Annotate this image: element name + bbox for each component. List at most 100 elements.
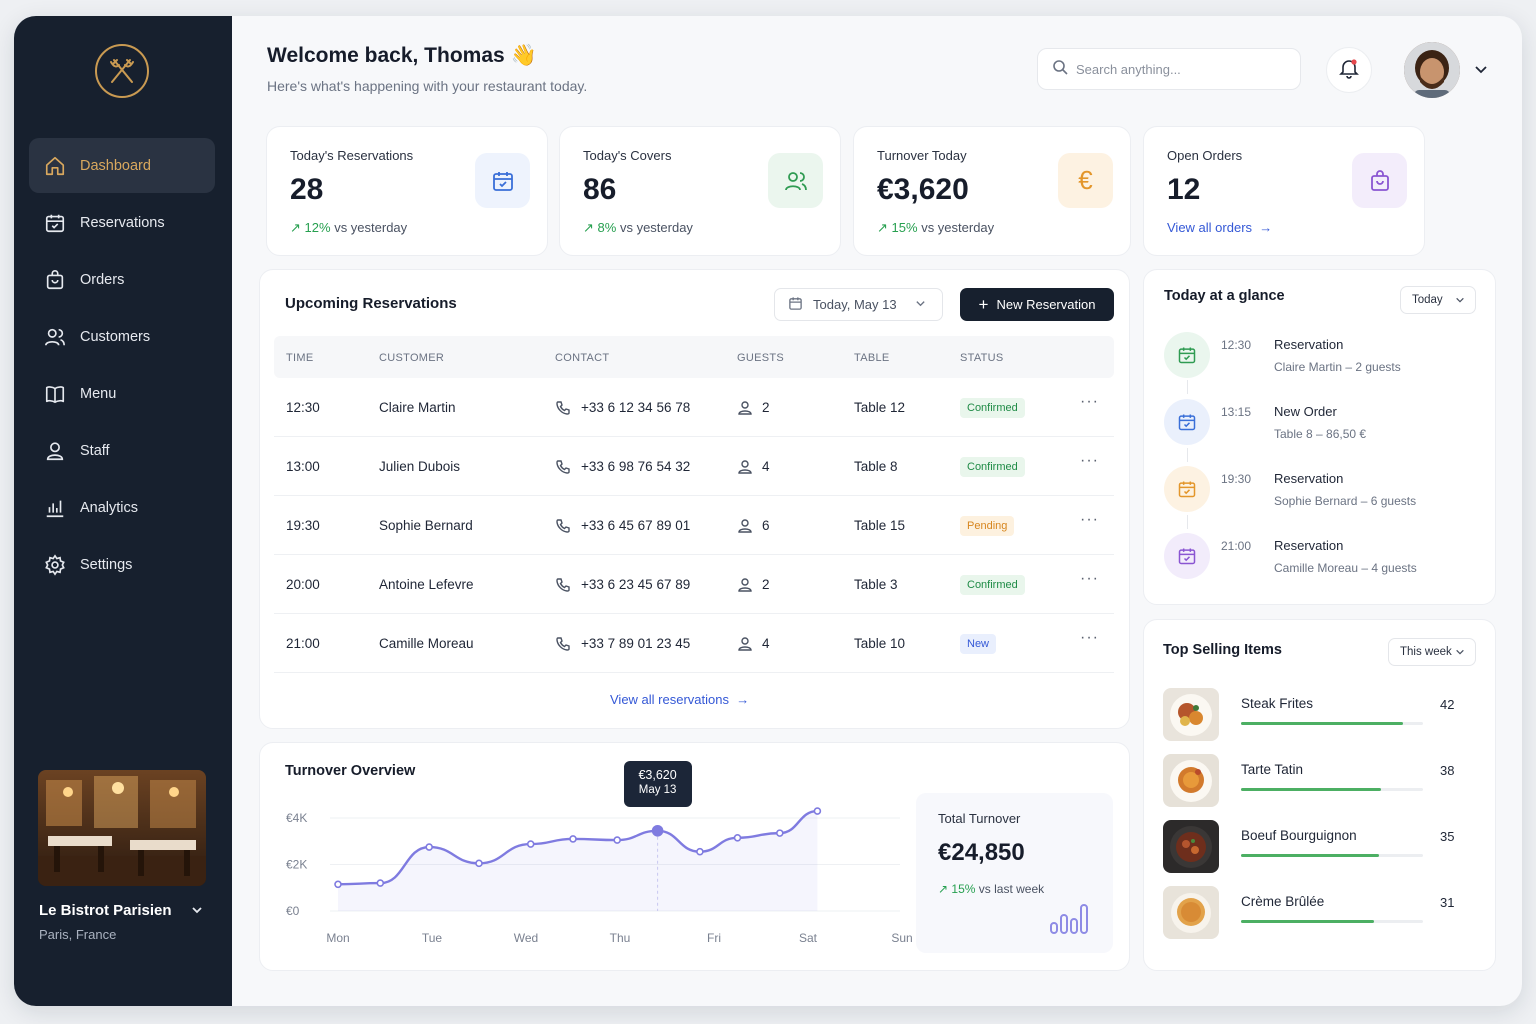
glance-desc: Sophie Bernard – 6 guests (1274, 494, 1417, 508)
notifications-button[interactable] (1326, 47, 1372, 93)
glance-time: 12:30 (1221, 338, 1252, 352)
stat-change-text: vs yesterday (334, 220, 408, 235)
progress-track (1241, 920, 1423, 923)
users-icon (768, 153, 823, 208)
table-cell: Table 12 (854, 400, 906, 415)
chart-point (813, 807, 822, 815)
sidebar-item-label: Menu (80, 385, 117, 402)
guests-icon (737, 518, 753, 537)
tooltip-date: May 13 (638, 783, 677, 796)
search-input[interactable] (1076, 61, 1276, 77)
glance-item[interactable]: 13:15 New Order Table 8 – 86,50 € (1164, 399, 1484, 459)
chevron-down-icon[interactable] (190, 903, 204, 922)
sidebar-item-customers[interactable]: Customers (29, 309, 215, 364)
chevron-down-icon[interactable] (1473, 61, 1489, 82)
glance-desc: Claire Martin – 2 guests (1274, 360, 1401, 374)
calendar-icon (475, 153, 530, 208)
glance-desc: Table 8 – 86,50 € (1274, 427, 1367, 441)
user-icon (43, 439, 67, 463)
total-change: ↗ 15% vs last week (938, 882, 1044, 896)
item-name: Boeuf Bourguignon (1241, 828, 1357, 843)
table-row[interactable]: 12:30 Claire Martin +33 6 12 34 56 78 2 … (274, 378, 1114, 437)
home-icon (43, 154, 67, 178)
chart-point (526, 840, 535, 848)
sidebar-item-label: Orders (80, 271, 125, 288)
new-reservation-button[interactable]: + New Reservation (960, 288, 1114, 321)
stat-value: €3,620 (877, 173, 969, 206)
guests-icon (737, 577, 753, 596)
users-icon (43, 325, 67, 349)
stat-card-open-orders[interactable]: Open Orders 12 View all orders → (1143, 126, 1425, 256)
table-cell: Table 10 (854, 636, 906, 651)
dropdown-label: This week (1400, 646, 1452, 658)
phone-icon (555, 636, 571, 655)
link-label: View all reservations (610, 692, 729, 707)
x-tick-label: Tue (422, 931, 443, 945)
restaurant-name: Le Bistrot Parisien (39, 902, 172, 919)
date-picker[interactable]: Today, May 13 (774, 288, 943, 321)
restaurant-logo[interactable] (95, 44, 149, 98)
stat-title: Turnover Today (877, 148, 967, 163)
book-icon (43, 382, 67, 406)
stat-value: 86 (583, 173, 617, 206)
top-selling-filter-dropdown[interactable]: This week (1388, 638, 1476, 666)
guests-cell: 4 (762, 459, 770, 474)
table-row[interactable]: 19:30 Sophie Bernard +33 6 45 67 89 01 6… (274, 496, 1114, 555)
stat-change-text: vs yesterday (921, 220, 995, 235)
table-row[interactable]: 13:00 Julien Dubois +33 6 98 76 54 32 4 … (274, 437, 1114, 496)
dropdown-label: Today (1412, 294, 1443, 306)
column-header: TABLE (854, 352, 890, 364)
progress-fill (1241, 854, 1380, 857)
search-bar[interactable] (1037, 48, 1301, 90)
chart-point (696, 847, 704, 856)
progress-track (1241, 722, 1423, 725)
sidebar-item-dashboard[interactable]: Dashboard (29, 138, 215, 193)
plus-icon: + (978, 295, 989, 314)
glance-item[interactable]: 19:30 Reservation Sophie Bernard – 6 gue… (1164, 466, 1484, 526)
table-row[interactable]: 20:00 Antoine Lefevre +33 6 23 45 67 89 … (274, 555, 1114, 614)
item-count: 35 (1440, 829, 1455, 844)
reservations-panel: Upcoming Reservations Today, May 13 + Ne… (259, 269, 1130, 729)
sidebar-item-label: Analytics (80, 499, 139, 516)
glance-item[interactable]: 12:30 Reservation Claire Martin – 2 gues… (1164, 332, 1484, 392)
section-title: Top Selling Items (1163, 642, 1282, 658)
list-item[interactable]: Boeuf Bourguignon 35 (1163, 820, 1463, 876)
list-item[interactable]: Crème Brûlée 31 (1163, 886, 1463, 942)
view-all-orders-link[interactable]: View all orders → (1167, 220, 1272, 235)
guests-icon (737, 636, 753, 655)
table-row[interactable]: 21:00 Camille Moreau +33 7 89 01 23 45 4… (274, 614, 1114, 673)
sidebar-item-analytics[interactable]: Analytics (29, 480, 215, 535)
stat-card-turnover[interactable]: Turnover Today €3,620 ↗ 15% vs yesterday… (853, 126, 1131, 256)
table-cell: Table 15 (854, 518, 906, 533)
view-all-reservations-link[interactable]: View all reservations → (610, 692, 749, 707)
stat-title: Open Orders (1167, 148, 1243, 163)
stat-change-text: vs yesterday (619, 220, 693, 235)
list-item[interactable]: Steak Frites 42 (1163, 688, 1463, 744)
customer-cell: Camille Moreau (379, 636, 474, 651)
more-options-icon[interactable]: ··· (1080, 629, 1099, 647)
avatar[interactable] (1404, 42, 1460, 98)
calendar-icon (1164, 399, 1210, 445)
more-options-icon[interactable]: ··· (1080, 452, 1099, 470)
sidebar-nav: Dashboard Reservations Orders Customers (29, 138, 215, 594)
sidebar-item-menu[interactable]: Menu (29, 366, 215, 421)
sidebar-item-settings[interactable]: Settings (29, 537, 215, 592)
sidebar-item-staff[interactable]: Staff (29, 423, 215, 478)
list-item[interactable]: Tarte Tatin 38 (1163, 754, 1463, 810)
sidebar-item-reservations[interactable]: Reservations (29, 195, 215, 250)
stat-card-covers[interactable]: Today's Covers 86 ↗ 8% vs yesterday (559, 126, 841, 256)
more-options-icon[interactable]: ··· (1080, 511, 1099, 529)
trend-up-icon: ↗ (877, 220, 888, 235)
x-tick-label: Mon (326, 931, 349, 945)
column-header: CUSTOMER (379, 352, 445, 364)
glance-item[interactable]: 21:00 Reservation Camille Moreau – 4 gue… (1164, 533, 1484, 593)
more-options-icon[interactable]: ··· (1080, 393, 1099, 411)
time-cell: 19:30 (286, 518, 320, 533)
stat-change-value: 8% (597, 220, 617, 235)
restaurant-photo (38, 770, 206, 886)
glance-filter-dropdown[interactable]: Today (1400, 286, 1476, 314)
more-options-icon[interactable]: ··· (1080, 570, 1099, 588)
stat-card-reservations[interactable]: Today's Reservations 28 ↗ 12% vs yesterd… (266, 126, 548, 256)
sidebar-item-orders[interactable]: Orders (29, 252, 215, 307)
column-header: STATUS (960, 352, 1004, 364)
